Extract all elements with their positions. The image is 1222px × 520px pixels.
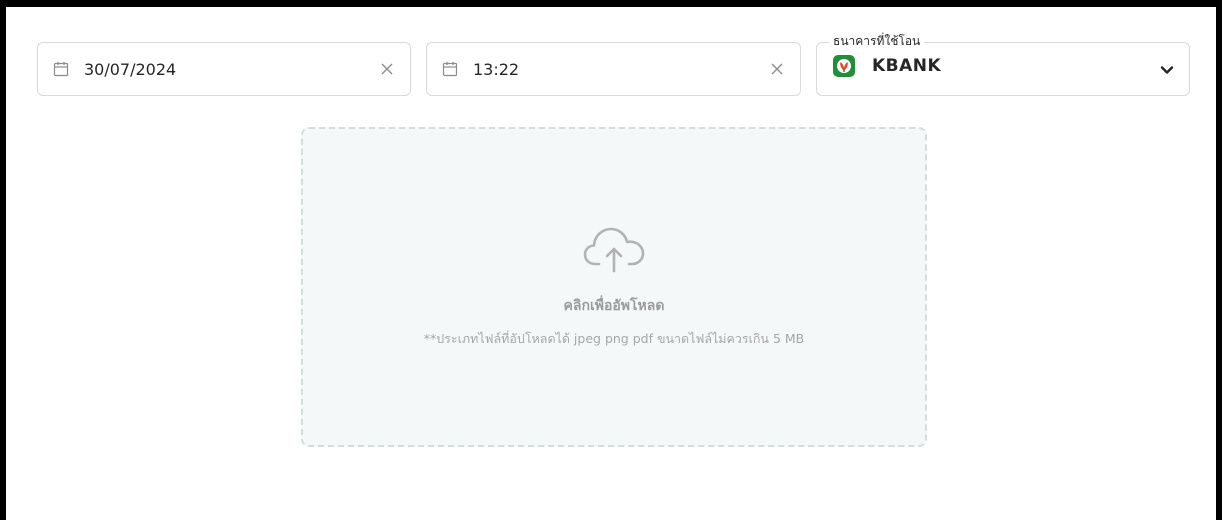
calendar-icon [53, 61, 69, 77]
transfer-time-picker[interactable]: 13:22 [426, 42, 801, 96]
cloud-upload-icon [583, 227, 645, 273]
bank-select-label: ธนาคารที่ใช้โอน [829, 33, 925, 49]
transfer-date-value: 30/07/2024 [84, 60, 177, 79]
upload-file-type-hint: **ประเภทไฟล์ที่อัปโหลดได้ jpeg png pdf ข… [423, 331, 805, 346]
bank-select[interactable]: ธนาคารที่ใช้โอน KBANK [816, 33, 1190, 96]
calendar-icon [442, 61, 458, 77]
kbank-logo-icon [833, 55, 855, 77]
upload-slip-form: 30/07/2024 13:22 ธนาคารที่ใช้โอน KBANK ค… [6, 7, 1216, 520]
transfer-date-picker[interactable]: 30/07/2024 [37, 42, 411, 96]
transfer-time-value: 13:22 [473, 60, 520, 79]
file-upload-dropzone[interactable]: คลิกเพื่ออัพโหลด **ประเภทไฟล์ที่อัปโหลดไ… [301, 127, 927, 447]
selected-bank-value: KBANK [872, 56, 942, 76]
chevron-down-icon[interactable] [1160, 63, 1174, 77]
upload-title: คลิกเพื่ออัพโหลด [563, 298, 665, 314]
close-icon[interactable] [381, 63, 393, 75]
close-icon[interactable] [771, 63, 783, 75]
